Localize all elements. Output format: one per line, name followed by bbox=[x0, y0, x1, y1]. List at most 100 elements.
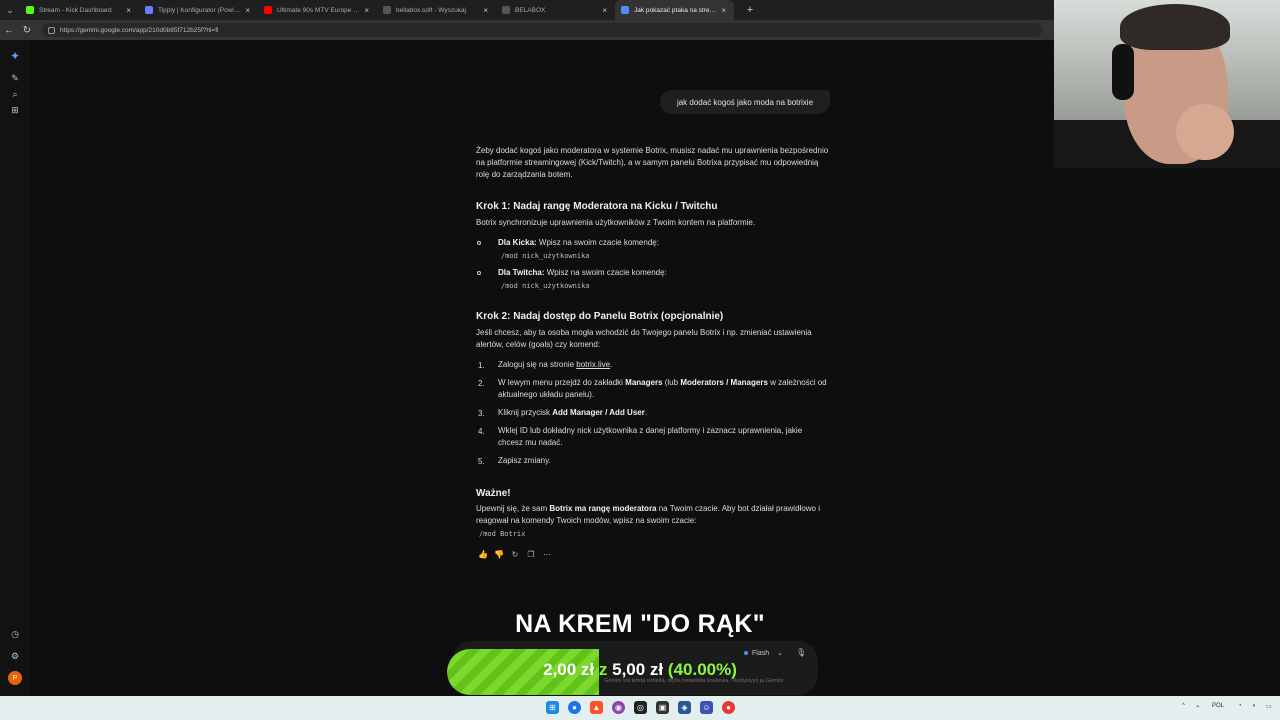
user-message-bubble: jak dodać kogoś jako moda na botrixie bbox=[660, 90, 830, 114]
tab-title: bellabox.soft - Wyszukaj bbox=[396, 6, 467, 14]
list-number: 4. bbox=[478, 427, 485, 436]
gemini-logo-icon[interactable]: ✦ bbox=[9, 49, 21, 63]
windows-start-icon[interactable]: ⊞ bbox=[546, 701, 559, 714]
webcam-overlay bbox=[1054, 0, 1280, 168]
twitch-command-code: /mod nick_użytkownika bbox=[501, 282, 590, 290]
webcam-hand bbox=[1176, 104, 1234, 160]
step2-heading: Krok 2: Nadaj dostęp do Panelu Botrix (o… bbox=[476, 311, 724, 322]
tab-title: Jak pokazać ptaka na streamie - Gemini bbox=[634, 6, 719, 14]
url-text: https://gemini.google.com/app/210d0b85f7… bbox=[60, 26, 219, 34]
tray-overflow-icon[interactable]: ^ bbox=[1182, 703, 1185, 709]
favicon-icon bbox=[264, 6, 272, 14]
obs-icon[interactable]: ◎ bbox=[634, 701, 647, 714]
copy-icon[interactable]: ❐ bbox=[523, 548, 539, 560]
browser-tab[interactable]: Jak pokazać ptaka na streamie - Gemini× bbox=[615, 0, 734, 20]
tab-title: BELABOX bbox=[515, 6, 546, 14]
step2-item-3: Kliknij przycisk Add Manager / Add User. bbox=[498, 408, 648, 417]
browser-tab[interactable]: Stream - Kick Dashboard × bbox=[20, 0, 139, 20]
list-number: 5. bbox=[478, 457, 485, 466]
new-chat-icon[interactable]: ✎ bbox=[9, 72, 21, 84]
goal-current: 2,00 zł bbox=[543, 660, 595, 679]
app-icon[interactable]: ◉ bbox=[612, 701, 625, 714]
thumbs-down-icon[interactable]: 👎 bbox=[491, 548, 507, 560]
kick-label: Dla Kicka: bbox=[498, 238, 537, 247]
browser-tab[interactable]: bellabox.soft - Wyszukaj × bbox=[377, 0, 496, 20]
search-icon[interactable]: ⌕ bbox=[9, 88, 21, 100]
windows-taskbar: ⊞ ● ▲ ◉ ◎ ▣ ◈ ☺ ● ^ ⌁ POL ◔ ◖ ▭ bbox=[0, 696, 1280, 720]
close-icon[interactable]: × bbox=[721, 6, 726, 15]
discord-icon[interactable]: ☺ bbox=[700, 701, 713, 714]
botrix-link[interactable]: botrix.live bbox=[576, 360, 610, 369]
close-icon[interactable]: × bbox=[245, 6, 250, 15]
favicon-icon bbox=[621, 6, 629, 14]
tab-title: Ultimate 90s MTV Europe Playlist bbox=[277, 6, 361, 14]
browser-tab[interactable]: Tipply | Konfigurator (Powiadomienia)× bbox=[139, 0, 258, 20]
twitch-label: Dla Twitcha: bbox=[498, 268, 545, 277]
media-icon[interactable]: ▣ bbox=[656, 701, 669, 714]
more-icon[interactable]: ⋯ bbox=[539, 548, 555, 560]
close-icon[interactable]: × bbox=[483, 6, 488, 15]
twitch-text: Wpisz na swoim czacie komendę: bbox=[544, 268, 667, 277]
thumbs-up-icon[interactable]: 👍 bbox=[475, 548, 491, 560]
language-indicator[interactable]: POL bbox=[1212, 703, 1224, 709]
tray-wifi-icon[interactable]: ◔ bbox=[1238, 703, 1242, 709]
important-text: Upewnij się, że sam Botrix ma rangę mode… bbox=[476, 504, 820, 525]
webcam-headset bbox=[1112, 44, 1134, 100]
step1-heading: Krok 1: Nadaj rangę Moderatora na Kicku … bbox=[476, 201, 718, 212]
browser-tab[interactable]: BELABOX × bbox=[496, 0, 615, 20]
favicon-icon bbox=[383, 6, 391, 14]
response-actions: 👍 👎 ↻ ❐ ⋯ bbox=[475, 548, 555, 560]
step1-kick-item: Dla Kicka: Wpisz na swoim czacie komendę… bbox=[498, 237, 659, 249]
steam-icon[interactable]: ◈ bbox=[678, 701, 691, 714]
goal-separator: z bbox=[598, 660, 608, 679]
brave-icon[interactable]: ▲ bbox=[590, 701, 603, 714]
chrome-icon[interactable]: ● bbox=[568, 701, 581, 714]
list-number: 1. bbox=[478, 361, 485, 370]
donation-goal-text: 2,00 zł z 5,00 zł (40.00%) bbox=[0, 660, 1280, 680]
list-number: 3. bbox=[478, 409, 485, 418]
tab-title: Tipply | Konfigurator (Powiadomienia) bbox=[158, 6, 242, 14]
close-icon[interactable]: × bbox=[364, 6, 369, 15]
kick-command-code: /mod nick_użytkownika bbox=[501, 252, 590, 260]
response-intro: Żeby dodać kogoś jako moderatora w syste… bbox=[476, 146, 829, 179]
tray-network-icon[interactable]: ⌁ bbox=[1196, 703, 1200, 710]
step2-desc: Jeśli chcesz, aby ta osoba mogła wchodzi… bbox=[476, 328, 812, 349]
screen: ⌄ Stream - Kick Dashboard × Tipply | Konfi… bbox=[0, 0, 1280, 720]
new-tab-button[interactable]: + bbox=[742, 2, 758, 18]
tab-list: Stream - Kick Dashboard × Tipply | Konfigu… bbox=[20, 0, 734, 20]
back-icon[interactable]: ← bbox=[0, 21, 18, 39]
address-bar[interactable]: https://gemini.google.com/app/210d0b85f7… bbox=[42, 23, 1042, 37]
webcam-hair bbox=[1120, 4, 1230, 50]
close-icon[interactable]: × bbox=[602, 6, 607, 15]
apps-icon[interactable]: ⊞ bbox=[9, 104, 21, 116]
step2-item-5: Zapisz zmiany. bbox=[498, 456, 551, 465]
tray-battery-icon[interactable]: ▭ bbox=[1266, 703, 1272, 710]
close-icon[interactable]: × bbox=[126, 6, 131, 15]
botrix-mod-command-code: /mod Botrix bbox=[479, 530, 526, 538]
tab-search-icon[interactable]: ⌄ bbox=[0, 0, 20, 20]
app-red-icon[interactable]: ● bbox=[722, 701, 735, 714]
tab-title: Stream - Kick Dashboard bbox=[39, 6, 112, 14]
tray-volume-icon[interactable]: ◖ bbox=[1252, 703, 1256, 709]
goal-target: 5,00 zł bbox=[612, 660, 664, 679]
browser-tab[interactable]: Ultimate 90s MTV Europe Playlist× bbox=[258, 0, 377, 20]
step1-twitch-item: Dla Twitcha: Wpisz na swoim czacie komen… bbox=[498, 267, 667, 279]
browser-toolbar: ← ↻ https://gemini.google.com/app/210d0b… bbox=[0, 20, 1054, 40]
step2-item-4: Wklej ID lub dokładny nick użytkownika z… bbox=[498, 426, 803, 447]
bullet-icon bbox=[477, 271, 481, 275]
donation-goal-title: NA KREM "DO RĄK" bbox=[515, 610, 765, 638]
site-info-icon[interactable] bbox=[48, 26, 55, 34]
gemini-sidebar: ✦ ✎ ⌕ ⊞ ◷ ⚙ P bbox=[0, 40, 30, 696]
reload-icon[interactable]: ↻ bbox=[18, 21, 36, 39]
regenerate-icon[interactable]: ↻ bbox=[507, 548, 523, 560]
bullet-icon bbox=[477, 241, 481, 245]
favicon-icon bbox=[145, 6, 153, 14]
step1-desc: Botrix synchronizuje uprawnienia użytkow… bbox=[476, 218, 756, 227]
important-heading: Ważne! bbox=[476, 488, 511, 499]
kick-text: Wpisz na swoim czacie komendę: bbox=[536, 238, 659, 247]
goal-percent: (40.00%) bbox=[667, 660, 737, 679]
favicon-icon bbox=[502, 6, 510, 14]
step2-item-2: W lewym menu przejdź do zakładki Manager… bbox=[498, 378, 827, 399]
step2-item-1: Zaloguj się na stronie botrix.live. bbox=[498, 360, 613, 369]
favicon-icon bbox=[26, 6, 34, 14]
